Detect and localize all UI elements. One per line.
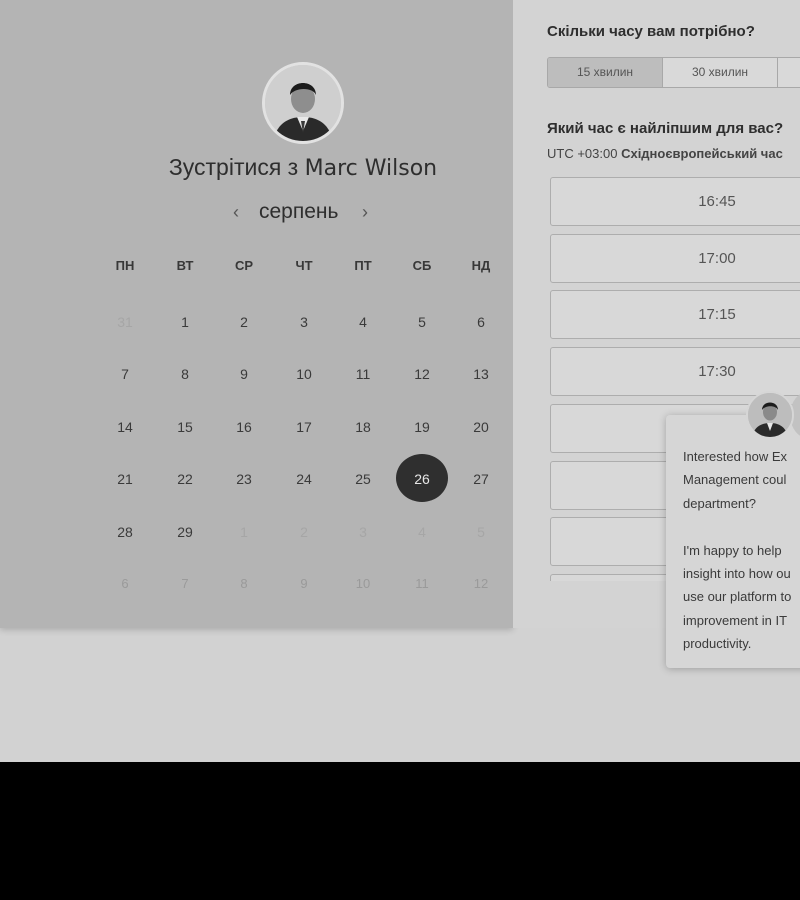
weekday-label: ПН [115,258,135,273]
chevron-right-icon[interactable]: › [362,202,368,223]
calendar-day[interactable]: 5 [397,310,447,334]
calendar-day[interactable]: 13 [456,362,506,386]
calendar-day[interactable]: 24 [279,467,329,491]
host-name: Marc Wilson [304,156,438,181]
calendar-day[interactable]: 28 [100,520,150,544]
chat-popup[interactable]: Interested how Ex Management coul depart… [666,391,800,668]
meeting-title-prefix: Зустрітися з [168,154,305,180]
weekday-label: СБ [412,258,432,273]
calendar-day[interactable]: 20 [456,415,506,439]
calendar-day[interactable]: 12 [397,362,447,386]
calendar-day: 9 [300,576,308,591]
chevron-left-icon[interactable]: ‹ [233,202,239,223]
calendar-day[interactable]: 1 [160,310,210,334]
calendar-day: 11 [415,576,429,591]
weekday-label: ЧТ [295,258,313,273]
calendar-day[interactable]: 22 [160,467,210,491]
month-label: серпень [259,200,339,223]
calendar-day: 5 [477,524,485,540]
calendar-day[interactable]: 2 [219,310,269,334]
calendar-day[interactable]: 4 [338,310,388,334]
time-slot[interactable]: 17:15 [550,290,800,340]
host-avatar [262,62,344,144]
chat-message: Interested how Ex Management coul depart… [683,449,792,652]
calendar-panel: Зустрітися з Marc Wilson ‹ серпень › ПН В… [0,0,513,628]
time-slot-label: 17:15 [698,306,736,324]
calendar-day: 10 [355,576,371,591]
duration-selector: 15 хвилин 30 хвилин [547,57,800,88]
calendar-day[interactable]: 21 [100,467,150,491]
calendar-day: 12 [473,576,489,591]
calendar-day: 31 [117,314,133,330]
chat-avatar-photo [748,393,792,437]
calendar-day[interactable]: 27 [456,467,506,491]
time-slot[interactable]: 16:45 [550,177,800,226]
weekday-label: ПТ [354,258,372,273]
calendar-day[interactable]: 14 [100,415,150,439]
calendar-day[interactable]: 19 [397,415,447,439]
timezone-line: UTC +03:00 Східноєвропейський час [547,146,783,161]
calendar-day[interactable]: 7 [100,362,150,386]
calendar-day: 1 [240,524,248,540]
time-slot-label: 17:00 [698,249,736,267]
calendar-day[interactable]: 10 [279,362,329,386]
calendar-day[interactable]: 3 [279,310,329,334]
calendar-day[interactable]: 25 [338,467,388,491]
bottom-black-bar [0,762,800,900]
time-slot-label: 17:30 [698,363,736,381]
calendar-day[interactable]: 26 [397,467,447,491]
weekday-label: ВТ [176,258,194,273]
calendar-day[interactable]: 6 [456,310,506,334]
duration-option-30[interactable]: 30 хвилин [663,58,778,87]
duration-option-more[interactable] [778,58,800,87]
calendar-day[interactable]: 9 [219,362,269,386]
calendar-day: 2 [300,524,308,540]
calendar-day[interactable]: 23 [219,467,269,491]
calendar-day: 8 [240,576,248,591]
avatar-photo [265,65,341,141]
duration-question: Скільки часу вам потрібно? [547,23,755,40]
time-question: Який час є найліпшим для вас? [547,120,784,137]
calendar-day[interactable]: 15 [160,415,210,439]
weekday-label: НД [471,258,491,273]
calendar-day: 7 [181,576,189,591]
time-slot[interactable]: 17:00 [550,233,800,283]
timezone-offset: UTC +03:00 [547,146,618,161]
weekday-label: СР [234,258,254,273]
month-navigation: ‹ серпень › [228,200,378,226]
calendar-day[interactable]: 29 [160,520,210,544]
calendar-day[interactable]: 18 [338,415,388,439]
calendar-day[interactable]: 17 [279,415,329,439]
chat-avatar [746,391,794,439]
calendar-day[interactable]: 16 [219,415,269,439]
calendar-day[interactable]: 8 [160,362,210,386]
timezone-name: Східноєвропейський час [621,146,783,161]
page: Зустрітися з Marc Wilson ‹ серпень › ПН В… [0,0,800,762]
time-slot[interactable]: 17:30 [550,347,800,397]
duration-option-15[interactable]: 15 хвилин [548,58,663,87]
calendar-day: 3 [359,524,367,540]
calendar-day: 6 [121,576,129,591]
calendar-day[interactable]: 11 [338,362,388,386]
calendar-day: 4 [418,524,426,540]
time-slot-label: 16:45 [698,193,736,210]
